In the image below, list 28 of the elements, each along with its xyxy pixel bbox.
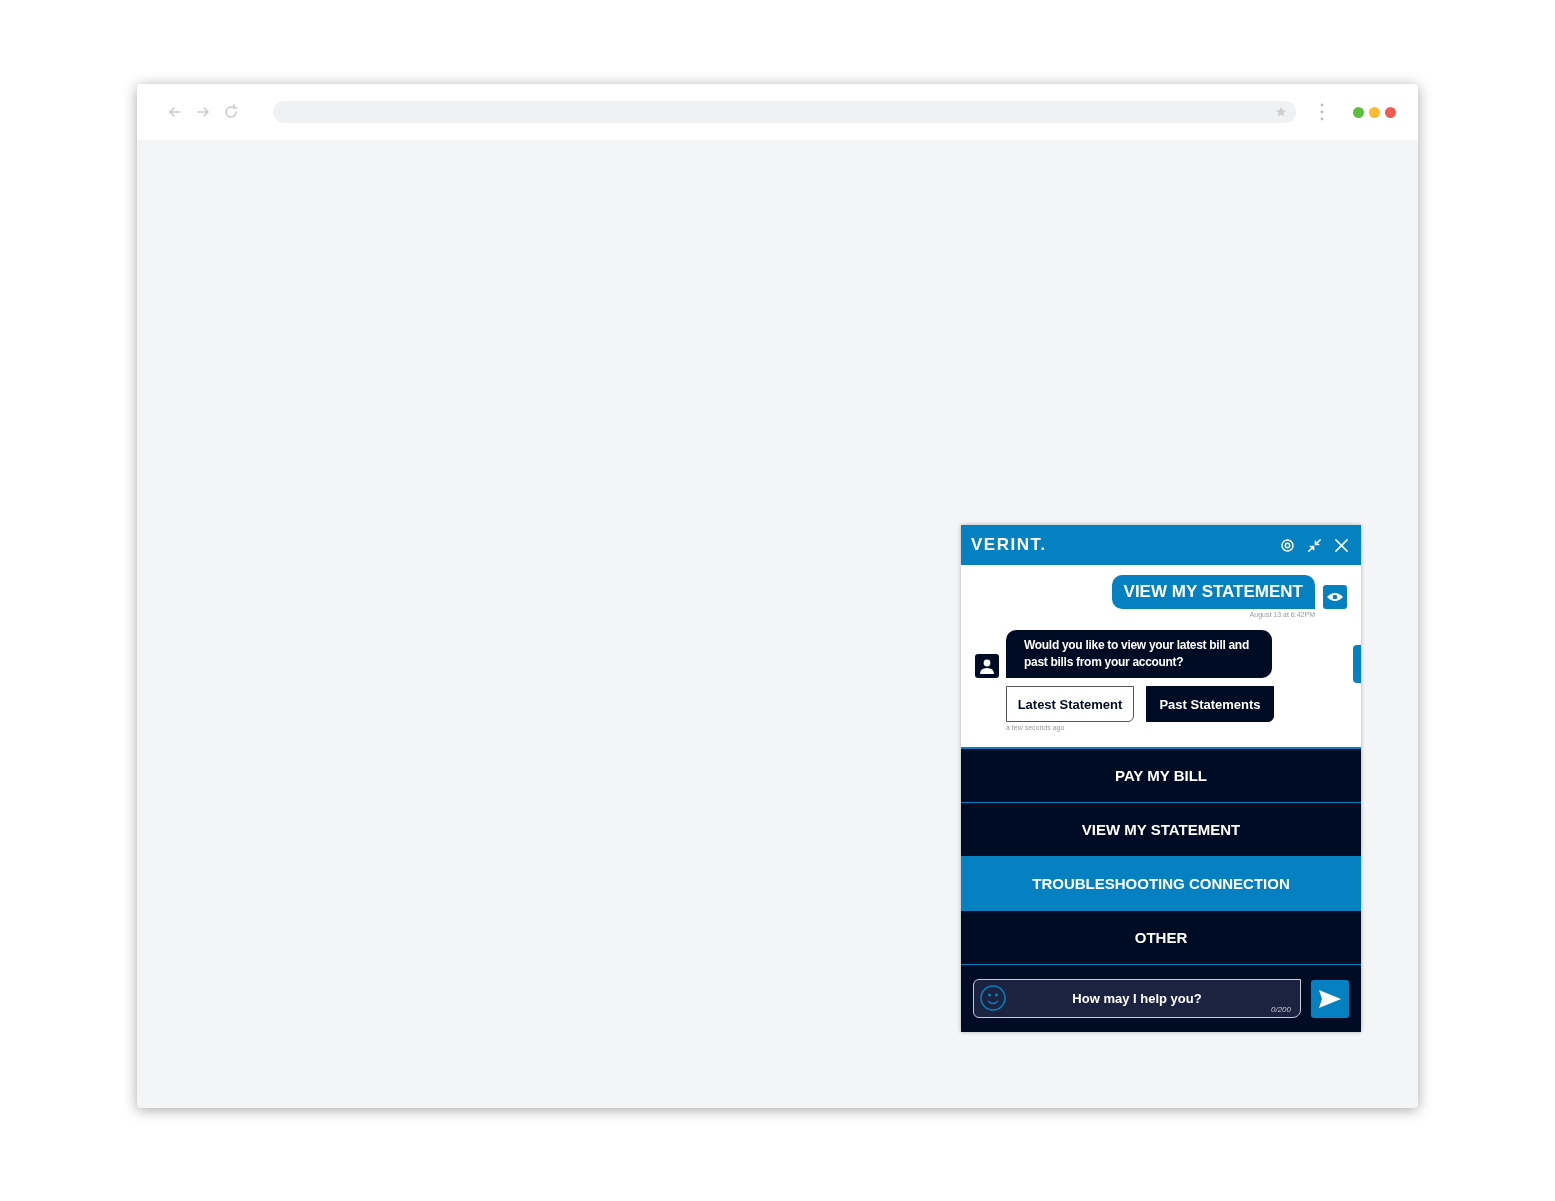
close-icon[interactable]	[1334, 537, 1349, 553]
scrollbar-handle[interactable]	[1353, 645, 1361, 683]
bot-message: Would you like to view your latest bill and past bills from your account?	[1006, 630, 1272, 678]
settings-icon[interactable]	[1280, 537, 1295, 553]
minimize-icon[interactable]	[1307, 537, 1322, 553]
window-dot[interactable]	[1385, 106, 1396, 118]
send-icon	[1319, 989, 1341, 1008]
person-icon	[980, 658, 994, 674]
menu-option[interactable]: PAY MY BILL	[961, 749, 1361, 803]
address-bar[interactable]	[273, 101, 1296, 123]
star-icon[interactable]	[1276, 107, 1286, 117]
quick-reply-button[interactable]: Past Statements	[1146, 686, 1274, 722]
menu-option[interactable]: VIEW MY STATEMENT	[961, 803, 1361, 857]
eye-icon	[1327, 592, 1343, 602]
send-button[interactable]	[1311, 979, 1349, 1018]
more-icon[interactable]	[1320, 103, 1324, 121]
menu-option[interactable]: OTHER	[961, 911, 1361, 965]
character-counter: 0/200	[1270, 1005, 1291, 1014]
reload-icon[interactable]	[223, 104, 239, 120]
user-message: VIEW MY STATEMENT	[1111, 575, 1315, 609]
smiley-icon[interactable]	[980, 985, 1006, 1011]
window-dot[interactable]	[1353, 106, 1364, 118]
brand-logo: VERINT.	[971, 535, 1048, 555]
window-dot[interactable]	[1369, 106, 1380, 118]
forward-icon[interactable]	[195, 104, 211, 120]
quick-reply-button[interactable]: Latest Statement	[1006, 686, 1134, 722]
back-icon[interactable]	[167, 104, 183, 120]
menu-option[interactable]: TROUBLESHOOTING CONNECTION	[961, 857, 1361, 911]
